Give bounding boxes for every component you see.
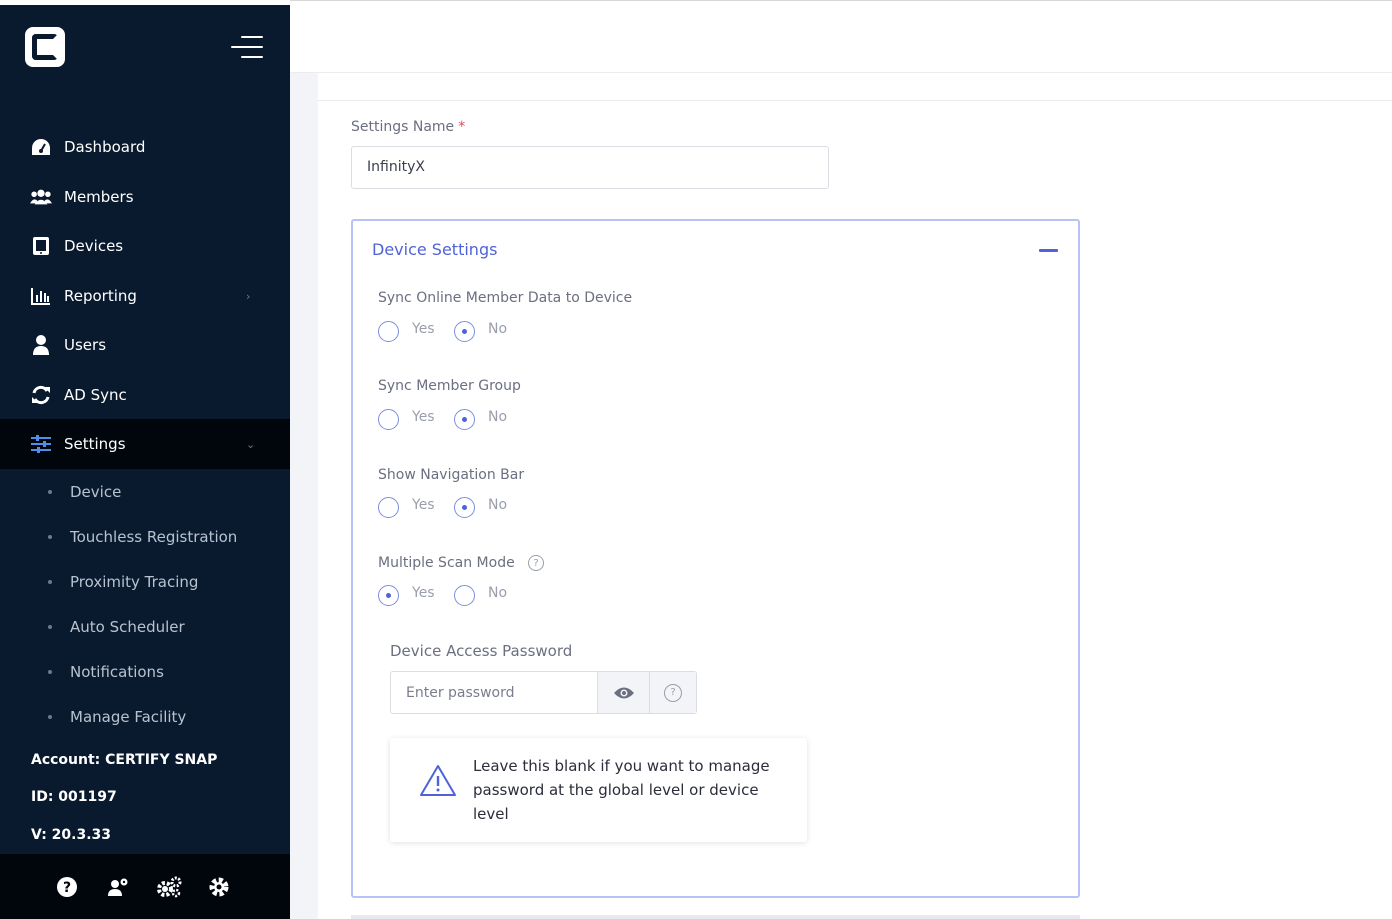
sidebar-subitem-notifications[interactable]: Notifications: [0, 649, 290, 694]
sync-member-group-label: Sync Member Group: [378, 378, 521, 394]
device-access-password-label: Device Access Password: [390, 642, 573, 660]
sidebar-subitem-device[interactable]: Device: [0, 469, 290, 514]
gears-icon[interactable]: [156, 876, 182, 898]
sidebar-subitem-label: Touchless Registration: [70, 527, 238, 546]
section-divider: [318, 100, 1392, 101]
device-settings-title[interactable]: Device Settings: [372, 240, 497, 259]
password-input-group: ?: [390, 671, 697, 714]
sidebar-subitem-proximity-tracing[interactable]: Proximity Tracing: [0, 559, 290, 604]
sync-member-group-no-radio[interactable]: [454, 409, 475, 430]
dashboard-icon: [30, 136, 52, 158]
sync-online-member-data-yes-radio[interactable]: [378, 321, 399, 342]
sidebar-item-label: Dashboard: [64, 138, 146, 156]
sidebar-item-label: Members: [64, 188, 134, 206]
radio-label-yes: Yes: [412, 585, 435, 601]
sidebar-item-label: AD Sync: [64, 386, 127, 404]
radio-label-yes: Yes: [412, 497, 435, 513]
eye-icon[interactable]: [597, 672, 649, 713]
tablet-icon: [30, 235, 52, 257]
members-icon: [30, 186, 52, 208]
sidebar-item-label: Devices: [64, 237, 124, 255]
sidebar-subitem-label: Manage Facility: [70, 707, 187, 726]
show-navigation-bar-yes-radio[interactable]: [378, 497, 399, 518]
sidebar-item-devices[interactable]: Devices: [0, 221, 290, 271]
gear-icon[interactable]: [208, 876, 230, 898]
settings-name-input[interactable]: InfinityX: [351, 146, 829, 189]
sidebar-subitem-manage-facility[interactable]: Manage Facility: [0, 694, 290, 739]
help-icon[interactable]: ?: [56, 876, 78, 898]
question-circle-icon[interactable]: ?: [528, 555, 544, 571]
radio-label-yes: Yes: [412, 321, 435, 337]
sidebar-item-label: Settings: [64, 435, 126, 453]
password-notice: Leave this blank if you want to manage p…: [390, 738, 807, 842]
chevron-right-icon: ›: [246, 289, 251, 303]
sliders-icon: [30, 433, 52, 455]
app-version: V: 20.3.33: [31, 827, 112, 843]
sidebar-item-reporting[interactable]: Reporting ›: [0, 271, 290, 321]
radio-label-no: No: [488, 585, 508, 601]
multiple-scan-mode-no-radio[interactable]: [454, 585, 475, 606]
collapse-icon[interactable]: [1039, 249, 1058, 252]
sidebar-top-edge: [0, 0, 290, 5]
radio-label-no: No: [488, 321, 508, 337]
sidebar-item-users[interactable]: Users: [0, 320, 290, 370]
show-navigation-bar-label: Show Navigation Bar: [378, 467, 525, 483]
chevron-down-icon: ⌄: [246, 437, 256, 451]
device-access-password-input[interactable]: [391, 672, 597, 713]
account-name: Account: CERTIFY SNAP: [31, 752, 218, 768]
question-circle-icon: ?: [664, 683, 682, 702]
multiple-scan-mode-label: Multiple Scan Mode: [378, 555, 515, 571]
sync-member-group-yes-radio[interactable]: [378, 409, 399, 430]
sidebar-item-members[interactable]: Members: [0, 172, 290, 222]
sync-online-member-data-label: Sync Online Member Data to Device: [378, 290, 633, 306]
sidebar-subitem-label: Proximity Tracing: [70, 572, 199, 591]
notice-text: Leave this blank if you want to manage p…: [473, 757, 770, 823]
sidebar-subitem-label: Auto Scheduler: [70, 617, 185, 636]
sidebar-footer: [0, 854, 290, 919]
account-id: ID: 001197: [31, 789, 117, 805]
warning-icon: [420, 765, 456, 796]
sidebar-subitem-label: Device: [70, 482, 122, 501]
sidebar-item-label: Users: [64, 336, 107, 354]
certify-logo-icon[interactable]: [25, 27, 65, 67]
user-settings-icon[interactable]: [107, 876, 129, 898]
sidebar-subitem-label: Notifications: [70, 662, 164, 681]
sync-online-member-data-no-radio[interactable]: [454, 321, 475, 342]
user-icon: [30, 334, 52, 356]
radio-label-no: No: [488, 409, 508, 425]
sidebar-subitem-auto-scheduler[interactable]: Auto Scheduler: [0, 604, 290, 649]
sidebar-subitem-touchless-registration[interactable]: Touchless Registration: [0, 514, 290, 559]
sidebar-item-dashboard[interactable]: Dashboard: [0, 122, 290, 172]
password-help-button[interactable]: ?: [649, 672, 696, 713]
svg-text:?: ?: [63, 880, 71, 896]
required-marker: *: [458, 119, 466, 135]
sidebar-item-label: Reporting: [64, 287, 137, 305]
sidebar: Dashboard Members Devices Reporting › Us…: [0, 0, 290, 919]
menu-toggle-icon[interactable]: [231, 36, 263, 58]
sync-icon: [30, 384, 52, 406]
radio-label-no: No: [488, 497, 508, 513]
radio-label-yes: Yes: [412, 409, 435, 425]
show-navigation-bar-no-radio[interactable]: [454, 497, 475, 518]
sidebar-item-ad-sync[interactable]: AD Sync: [0, 370, 290, 420]
next-card-edge: [351, 915, 1080, 919]
content-gutter: [290, 73, 318, 919]
chart-icon: [30, 285, 52, 307]
top-header: [290, 0, 1392, 73]
sidebar-item-settings[interactable]: Settings ⌄: [0, 419, 290, 469]
settings-name-label: Settings Name *: [351, 119, 466, 135]
multiple-scan-mode-yes-radio[interactable]: [378, 585, 399, 606]
